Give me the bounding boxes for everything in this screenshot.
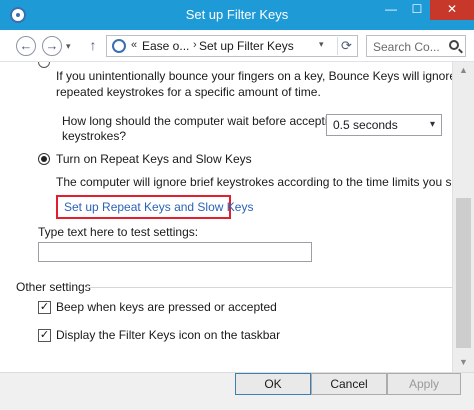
cancel-button[interactable]: Cancel (311, 373, 387, 395)
title-bar: Set up Filter Keys — ☐ ✕ (0, 0, 474, 30)
beep-checkbox[interactable]: ✓ (38, 301, 51, 314)
scroll-thumb[interactable] (456, 198, 471, 348)
breadcrumb-separator[interactable]: › (193, 39, 197, 51)
repeat-keys-radio[interactable] (38, 153, 50, 165)
search-input[interactable]: Search Co... (366, 35, 466, 57)
beep-checkbox-label[interactable]: Beep when keys are pressed or accepted (56, 299, 277, 315)
other-settings-heading: Other settings (16, 280, 91, 294)
breadcrumb-filter-keys[interactable]: Set up Filter Keys (199, 39, 294, 53)
setup-repeat-keys-link[interactable]: Set up Repeat Keys and Slow Keys (64, 200, 253, 214)
address-bar[interactable]: « Ease o... › Set up Filter Keys ▾ ⟳ (106, 35, 358, 57)
taskbar-icon-checkbox[interactable]: ✓ (38, 329, 51, 342)
bounce-keys-description-cont: repeated keystrokes for a specific amoun… (56, 85, 321, 99)
ok-button[interactable]: OK (235, 373, 311, 395)
scroll-up-button[interactable]: ▲ (453, 62, 474, 78)
wait-time-value: 0.5 seconds (333, 118, 398, 132)
wait-question-label-cont: keystrokes? (62, 129, 127, 143)
up-button[interactable]: ↑ (86, 37, 100, 55)
test-settings-input[interactable] (38, 242, 312, 262)
search-icon[interactable] (449, 40, 459, 50)
recent-locations-button[interactable]: ▾ (66, 38, 78, 54)
wait-time-dropdown[interactable]: 0.5 seconds ▾ (326, 114, 442, 136)
settings-content: If you unintentionally bounce your finge… (0, 62, 452, 372)
highlight-box: Set up Repeat Keys and Slow Keys (56, 195, 253, 219)
refresh-button[interactable]: ⟳ (337, 37, 355, 55)
taskbar-icon-checkbox-label[interactable]: Display the Filter Keys icon on the task… (56, 327, 280, 343)
section-divider (86, 287, 452, 288)
maximize-button[interactable]: ☐ (404, 0, 430, 20)
scroll-down-button[interactable]: ▼ (453, 354, 474, 370)
repeat-keys-label[interactable]: Turn on Repeat Keys and Slow Keys (56, 151, 252, 167)
back-button[interactable]: ← (16, 36, 36, 56)
navigation-bar: ← → ▾ ↑ « Ease o... › Set up Filter Keys… (0, 30, 474, 62)
search-placeholder: Search Co... (373, 40, 440, 54)
bounce-keys-description: If you unintentionally bounce your finge… (56, 69, 452, 83)
test-settings-label: Type text here to test settings: (38, 225, 199, 239)
wait-question-label: How long should the computer wait before… (62, 114, 341, 128)
bounce-keys-radio[interactable] (38, 62, 50, 68)
dialog-footer: OK Cancel Apply (0, 372, 474, 410)
apply-button[interactable]: Apply (387, 373, 461, 395)
address-dropdown-button[interactable]: ▾ (319, 39, 324, 50)
breadcrumb-ease-of-access[interactable]: Ease o... (142, 39, 189, 53)
repeat-keys-description: The computer will ignore brief keystroke… (56, 175, 452, 189)
address-overflow[interactable]: « (131, 39, 137, 51)
chevron-down-icon: ▾ (429, 119, 435, 130)
control-panel-icon (112, 39, 126, 53)
forward-button[interactable]: → (42, 36, 62, 56)
minimize-button[interactable]: — (378, 0, 404, 20)
close-button[interactable]: ✕ (430, 0, 474, 20)
vertical-scrollbar[interactable]: ▲ ▼ (452, 62, 474, 372)
